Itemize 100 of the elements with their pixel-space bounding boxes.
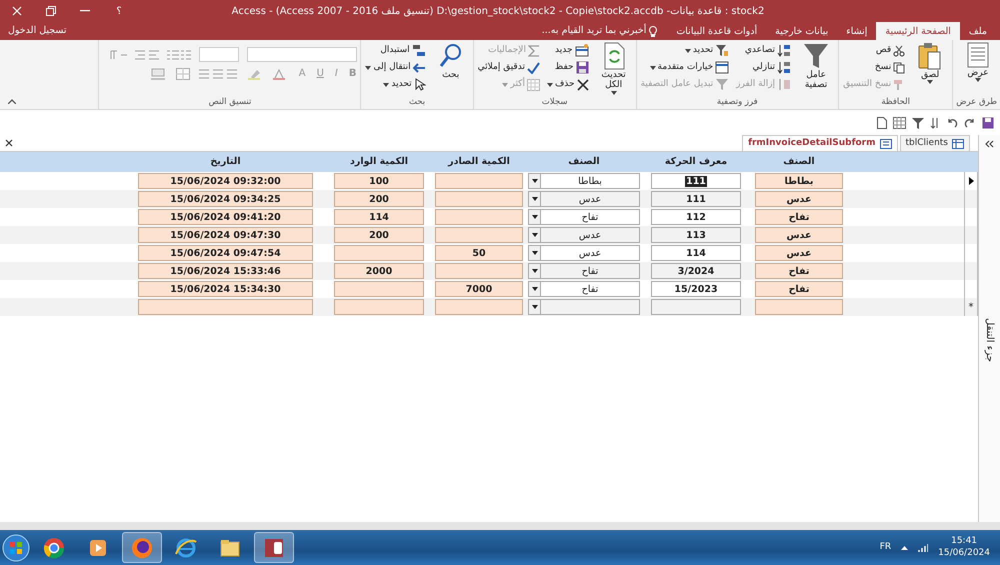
- text-field[interactable]: عدس: [755, 245, 843, 261]
- font-size-field[interactable]: [199, 47, 240, 62]
- ribbon-button[interactable]: استبدال: [364, 42, 427, 59]
- dropdown-field[interactable]: تفاح: [528, 209, 640, 225]
- text-field[interactable]: [435, 191, 523, 207]
- ribbon-button[interactable]: بحث: [432, 42, 470, 80]
- text-field[interactable]: 200: [334, 227, 424, 243]
- font-name-field[interactable]: [247, 47, 358, 62]
- text-field[interactable]: بطاطا: [755, 173, 843, 189]
- clock-time[interactable]: 15:41: [951, 536, 978, 548]
- text-field[interactable]: 113: [651, 227, 741, 243]
- text-field[interactable]: 111: [651, 173, 741, 189]
- selection-filter-icon: [715, 44, 730, 57]
- search-icon: [438, 42, 463, 70]
- ribbon-tab[interactable]: أدوات قاعدة البيانات: [667, 22, 766, 40]
- group-label: فرز وتصفية: [716, 96, 759, 109]
- date-field[interactable]: 15/06/2024 09:41:20: [138, 209, 313, 225]
- dropdown-field[interactable]: بطاطا: [528, 173, 640, 189]
- text-field[interactable]: 50: [435, 245, 523, 261]
- document-tab[interactable]: tblClients: [900, 135, 970, 151]
- text-field[interactable]: [651, 299, 741, 315]
- text-field[interactable]: [435, 263, 523, 279]
- ribbon-button[interactable]: تحديد: [640, 42, 730, 59]
- date-field[interactable]: [138, 299, 313, 315]
- current-record-icon: [968, 177, 974, 185]
- ribbon-button[interactable]: حفظ: [546, 59, 590, 76]
- text-field[interactable]: [435, 299, 523, 315]
- horizontal-scrollbar[interactable]: [0, 522, 1000, 530]
- ribbon-tab[interactable]: بيانات خارجية: [766, 22, 838, 40]
- text-field[interactable]: 112: [651, 209, 741, 225]
- ribbon-button[interactable]: تدقيق إملائي: [476, 59, 541, 76]
- date-field[interactable]: 15/06/2024 15:33:46: [138, 263, 313, 279]
- date-field[interactable]: 15/06/2024 09:47:30: [138, 227, 313, 243]
- navigation-pane-label[interactable]: جزء التنقل: [982, 318, 997, 362]
- group-label: سجلات: [540, 96, 568, 109]
- ribbon-button[interactable]: تصاعدي: [735, 42, 792, 59]
- gridlines-icon: [176, 68, 190, 80]
- text-field[interactable]: تفاح: [755, 263, 843, 279]
- text-field[interactable]: 114: [334, 209, 424, 225]
- text-field[interactable]: 111: [651, 191, 741, 207]
- text-field[interactable]: تفاح: [755, 281, 843, 297]
- caret-icon: [532, 233, 538, 237]
- dropdown-field[interactable]: عدس: [528, 245, 640, 261]
- dropdown-field[interactable]: [528, 299, 640, 315]
- text-field[interactable]: [334, 245, 424, 261]
- ribbon-button[interactable]: حذف: [546, 76, 590, 93]
- date-field[interactable]: 15/06/2024 09:47:54: [138, 245, 313, 261]
- text-field[interactable]: عدس: [755, 191, 843, 207]
- dropdown-field[interactable]: عدس: [528, 191, 640, 207]
- ribbon-button[interactable]: تحديث الكل: [594, 42, 633, 95]
- text-field[interactable]: 114: [651, 245, 741, 261]
- help-button[interactable]: ؟: [116, 4, 122, 18]
- ribbon-tab[interactable]: إنشاء: [837, 22, 876, 40]
- ribbon-button[interactable]: خيارات متقدمة: [640, 59, 730, 76]
- document-tab[interactable]: frmInvoiceDetailSubform: [742, 135, 898, 151]
- caret-icon: [532, 251, 538, 255]
- ribbon-button[interactable]: تنازلي: [735, 59, 792, 76]
- close-icon: [5, 139, 13, 147]
- caret-icon: [532, 179, 538, 183]
- column-header: الصنف: [782, 154, 816, 169]
- text-field[interactable]: 3/2024: [651, 263, 741, 279]
- text-field[interactable]: عدس: [755, 227, 843, 243]
- ribbon-button[interactable]: تحديد: [364, 76, 427, 93]
- ribbon-button[interactable]: عرض: [959, 42, 997, 82]
- ribbon-button[interactable]: جديد: [546, 42, 590, 59]
- text-field[interactable]: [755, 299, 843, 315]
- ribbon-tab[interactable]: الصفحة الرئيسية: [876, 22, 960, 40]
- date-field[interactable]: 15/06/2024 09:32:00: [138, 173, 313, 189]
- text-field[interactable]: 2000: [334, 263, 424, 279]
- text-field[interactable]: 15/2023: [651, 281, 741, 297]
- ribbon-button[interactable]: لصق: [911, 42, 950, 84]
- sign-in-link[interactable]: تسجيل الدخول: [0, 22, 75, 40]
- dropdown-field[interactable]: تفاح: [528, 263, 640, 279]
- start-button-icon: [2, 534, 30, 562]
- column-header: الكمية الصادر: [446, 154, 511, 169]
- ribbon-button[interactable]: نسخ: [842, 59, 906, 76]
- date-field[interactable]: 15/06/2024 09:34:25: [138, 191, 313, 207]
- clock-date[interactable]: 15/06/2024: [938, 548, 990, 560]
- taskbar-button[interactable]: [254, 532, 294, 563]
- text-field[interactable]: [435, 173, 523, 189]
- text-field[interactable]: [435, 209, 523, 225]
- tell-me-field[interactable]: أخبرني بما تريد القيام به...: [542, 24, 646, 38]
- text-field[interactable]: [334, 299, 424, 315]
- text-field[interactable]: [334, 281, 424, 297]
- taskbar-button[interactable]: [122, 532, 162, 563]
- ribbon-button[interactable]: انتقال إلى: [364, 59, 427, 76]
- text-field[interactable]: 100: [334, 173, 424, 189]
- dropdown-field[interactable]: تفاح: [528, 281, 640, 297]
- dropdown-field[interactable]: عدس: [528, 227, 640, 243]
- date-field[interactable]: 15/06/2024 15:34:30: [138, 281, 313, 297]
- text-field[interactable]: تفاح: [755, 209, 843, 225]
- ribbon-button[interactable]: قص: [842, 42, 906, 59]
- text-field[interactable]: 200: [334, 191, 424, 207]
- text-field[interactable]: [435, 227, 523, 243]
- form-icon: [880, 138, 892, 148]
- lightbulb-icon: [649, 26, 658, 36]
- text-field[interactable]: 7000: [435, 281, 523, 297]
- ribbon-tab[interactable]: ملف: [960, 22, 996, 40]
- language-indicator[interactable]: FR: [880, 540, 892, 554]
- ribbon-button[interactable]: عامل تصفية: [797, 42, 836, 91]
